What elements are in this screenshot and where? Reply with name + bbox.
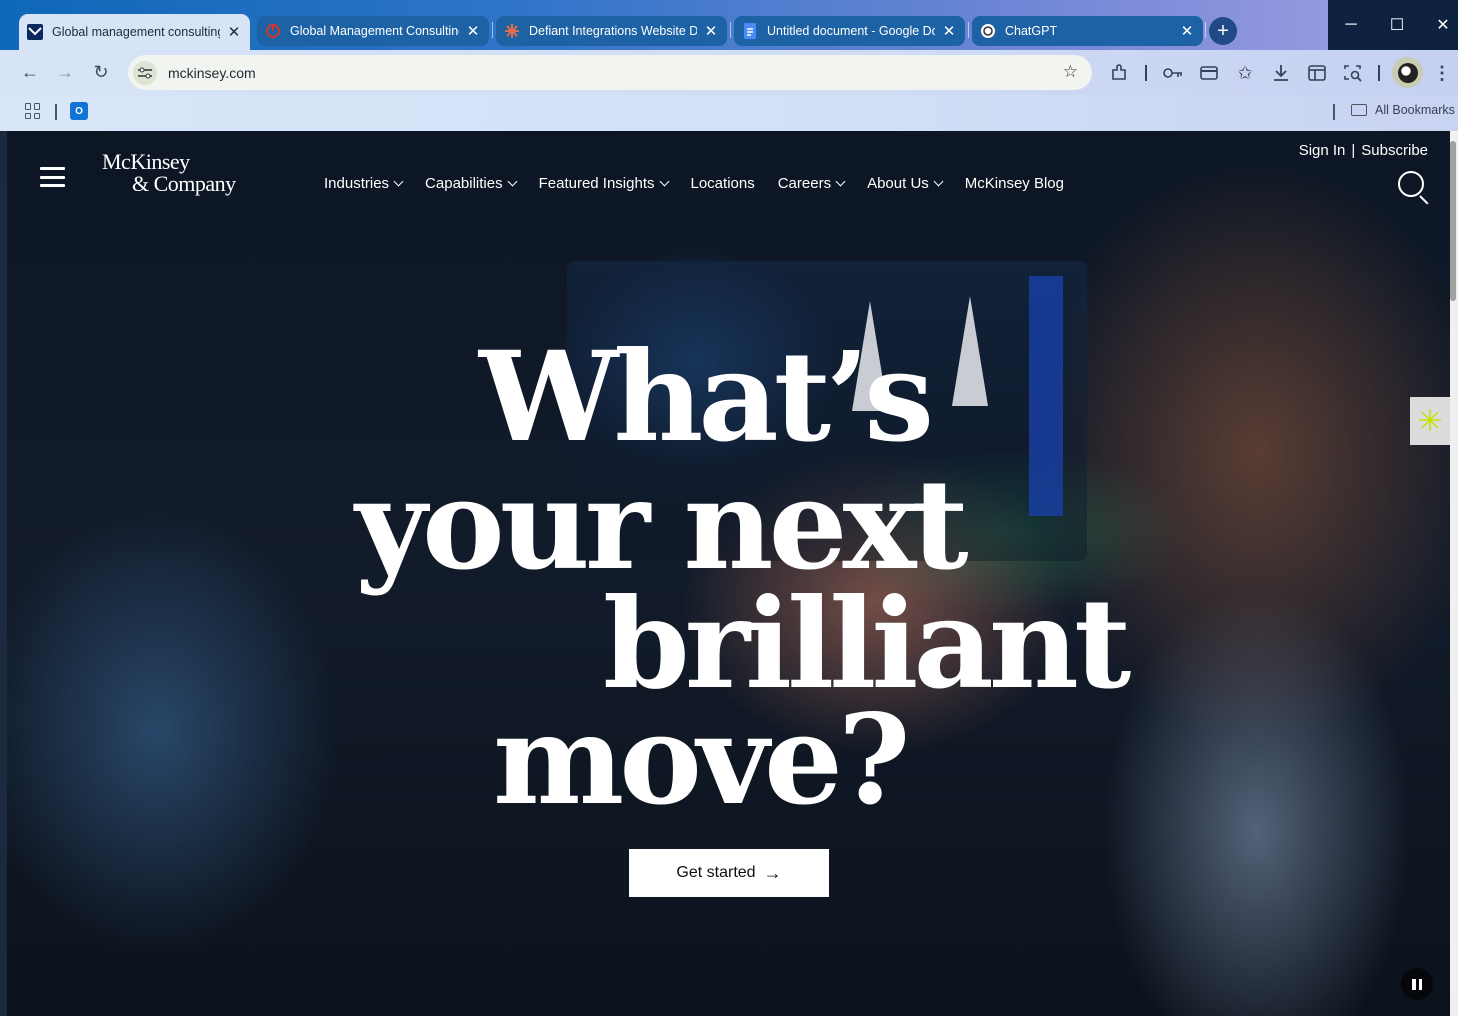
all-bookmarks-button[interactable]: All Bookmarks [1351, 103, 1455, 117]
hero-section: McKinsey & Company Industries Capabiliti… [7, 131, 1450, 1016]
mckinsey-icon [27, 24, 43, 40]
tab-title: Untitled document - Google Do [767, 24, 935, 38]
extensions-icon[interactable] [1108, 62, 1130, 84]
forward-icon[interactable]: → [52, 59, 78, 85]
mckinsey-logo[interactable]: McKinsey & Company [102, 151, 236, 195]
background-decoration [1029, 276, 1063, 516]
tab-strip: Global management consulting ✕ Global Ma… [0, 0, 1458, 50]
chevron-down-icon [933, 176, 944, 187]
tab-separator [730, 22, 731, 38]
lens-search-icon[interactable] [1342, 62, 1364, 84]
nav-mckinsey-blog[interactable]: McKinsey Blog [965, 175, 1064, 192]
toolbar-divider [1145, 65, 1147, 81]
separator: | [1351, 142, 1356, 159]
hero-headline-line-2: your next [355, 453, 969, 598]
browser-toolbar: ← → ↻ mckinsey.com ☆ ✩ ⋮ [0, 50, 1458, 95]
back-icon[interactable]: ← [17, 59, 43, 85]
arrow-right-icon: → [763, 862, 782, 883]
minimize-icon[interactable]: ─ [1328, 0, 1374, 50]
bookmark-separator [1333, 104, 1335, 120]
nav-featured-insights[interactable]: Featured Insights [539, 175, 669, 192]
tab-chatgpt[interactable]: ChatGPT ✕ [972, 16, 1203, 46]
tab-title: Global Management Consulting [290, 24, 459, 38]
pause-video-button[interactable] [1401, 968, 1433, 1000]
tab-separator [1205, 22, 1206, 38]
bookmark-star-icon[interactable]: ☆ [1063, 62, 1078, 82]
new-tab-button[interactable]: + [1209, 17, 1237, 45]
tab-global-management[interactable]: Global Management Consulting ✕ [257, 16, 489, 46]
main-navigation: Industries Capabilities Featured Insight… [324, 175, 1087, 192]
claude-icon [504, 23, 520, 39]
tab-title: Global management consulting [52, 25, 220, 39]
logo-line-1: McKinsey [102, 149, 190, 174]
chevron-down-icon [393, 176, 404, 187]
close-icon[interactable]: ✕ [941, 23, 957, 40]
get-started-label: Get started [676, 864, 756, 881]
tab-defiant[interactable]: Defiant Integrations Website De ✕ [496, 16, 727, 46]
chevron-down-icon [507, 176, 518, 187]
all-bookmarks-label: All Bookmarks [1375, 103, 1455, 117]
window-edge [0, 131, 7, 1016]
url-text[interactable]: mckinsey.com [168, 65, 256, 81]
search-icon[interactable] [1398, 171, 1430, 205]
nav-about-us[interactable]: About Us [867, 175, 944, 192]
feedback-widget-icon[interactable]: ✳ [1410, 397, 1450, 445]
browser-chrome: Global management consulting ✕ Global Ma… [0, 0, 1458, 131]
tab-title: Defiant Integrations Website De [529, 24, 697, 38]
maximize-icon[interactable]: ☐ [1374, 0, 1420, 50]
tab-separator [492, 22, 493, 38]
nav-industries[interactable]: Industries [324, 175, 404, 192]
tab-mckinsey[interactable]: Global management consulting ✕ [19, 14, 250, 50]
bookmark-separator [55, 104, 57, 120]
logo-line-2: & Company [132, 171, 236, 196]
hamburger-menu-icon[interactable] [40, 167, 65, 187]
close-window-icon[interactable]: ✕ [1420, 0, 1458, 50]
address-bar[interactable]: mckinsey.com ☆ [128, 55, 1092, 90]
download-icon[interactable] [1270, 62, 1292, 84]
folder-icon [1351, 104, 1367, 116]
apps-grid-icon[interactable] [25, 103, 41, 119]
tab-separator [968, 22, 969, 38]
chevron-down-icon [659, 176, 669, 187]
sign-in-link[interactable]: Sign In [1299, 142, 1346, 159]
account-links: Sign In | Subscribe [1299, 142, 1428, 159]
tab-title: ChatGPT [1005, 24, 1058, 38]
hero-headline-line-1: What’s [479, 325, 934, 470]
close-icon[interactable]: ✕ [465, 23, 481, 40]
openai-icon [980, 23, 996, 39]
get-started-button[interactable]: Get started → [629, 849, 829, 897]
subscribe-link[interactable]: Subscribe [1361, 142, 1428, 159]
bookmarks-bar: O All Bookmarks [0, 95, 1458, 131]
scrollbar-thumb[interactable] [1450, 141, 1456, 301]
nav-capabilities[interactable]: Capabilities [425, 175, 518, 192]
reload-icon[interactable]: ↻ [88, 59, 114, 85]
close-icon[interactable]: ✕ [1179, 23, 1195, 40]
side-panel-icon[interactable] [1306, 62, 1328, 84]
chevron-down-icon [835, 176, 846, 187]
power-icon [265, 23, 281, 39]
password-key-icon[interactable] [1162, 62, 1184, 84]
background-decoration [952, 296, 988, 406]
payment-card-icon[interactable] [1198, 62, 1220, 84]
close-icon[interactable]: ✕ [703, 23, 719, 40]
site-header: McKinsey & Company Industries Capabiliti… [7, 131, 1450, 231]
outlook-icon[interactable]: O [70, 102, 88, 120]
docs-icon [742, 23, 758, 39]
tab-google-docs[interactable]: Untitled document - Google Do ✕ [734, 16, 965, 46]
site-info-icon[interactable] [133, 60, 157, 85]
nav-locations[interactable]: Locations [691, 175, 755, 192]
nav-careers[interactable]: Careers [778, 175, 846, 192]
close-icon[interactable]: ✕ [226, 24, 242, 41]
bookmarks-manager-icon[interactable]: ✩ [1234, 62, 1256, 84]
toolbar-divider [1378, 65, 1380, 81]
more-menu-icon[interactable]: ⋮ [1431, 62, 1453, 84]
profile-avatar[interactable] [1392, 57, 1423, 88]
page-scrollbar[interactable] [1450, 131, 1458, 1016]
hero-headline-line-4: move? [493, 688, 911, 833]
